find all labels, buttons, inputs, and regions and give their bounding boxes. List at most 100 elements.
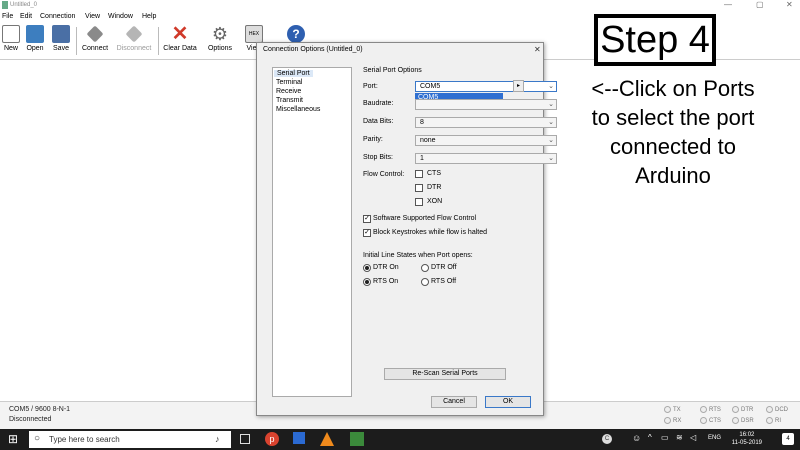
parity-label: Parity: bbox=[363, 136, 383, 143]
connection-options-dialog: Connection Options (Untitled_0) ✕ Serial… bbox=[256, 42, 557, 416]
led-dcd: DCD bbox=[766, 406, 788, 413]
new-button[interactable]: New bbox=[2, 25, 20, 52]
dtr-label: DTR bbox=[427, 184, 442, 191]
disconnect-button[interactable]: Disconnect bbox=[114, 25, 154, 52]
parity-select[interactable]: none ⌄ bbox=[415, 135, 557, 146]
menu-view[interactable]: View bbox=[85, 13, 100, 20]
minimize-button[interactable]: — bbox=[724, 0, 732, 9]
rts-on-label: RTS On bbox=[373, 278, 399, 285]
search-icon: ○ bbox=[34, 433, 41, 444]
save-button[interactable]: Save bbox=[51, 25, 71, 52]
task-view-icon[interactable] bbox=[240, 434, 250, 444]
terminal-app-icon[interactable] bbox=[350, 432, 364, 446]
open-button[interactable]: Open bbox=[24, 25, 46, 52]
cancel-button[interactable]: Cancel bbox=[431, 396, 477, 408]
windows-start-icon[interactable]: ⊞ bbox=[8, 432, 18, 446]
chevron-down-icon: ⌄ bbox=[548, 155, 554, 162]
dtr-off-radio[interactable] bbox=[421, 264, 429, 272]
clock-date: 11-05-2019 bbox=[731, 440, 762, 446]
taskbar-search[interactable]: ○ Type here to search ♪ bbox=[29, 431, 231, 448]
tree-item-terminal[interactable]: Terminal bbox=[276, 79, 302, 86]
port-select[interactable]: COM5 ⌄ bbox=[415, 81, 557, 92]
stopbits-select[interactable]: 1 ⌄ bbox=[415, 153, 557, 164]
title-bar: Untitled_0 — ▢ ✕ bbox=[0, 0, 800, 12]
close-button[interactable]: ✕ bbox=[786, 0, 793, 9]
chevron-down-icon: ⌄ bbox=[548, 119, 554, 126]
menu-edit[interactable]: Edit bbox=[20, 13, 32, 20]
baudrate-select[interactable]: 9600⌄ bbox=[415, 99, 557, 110]
tree-item-receive[interactable]: Receive bbox=[276, 88, 301, 95]
chevron-down-icon: ⌄ bbox=[548, 83, 554, 90]
clock-time: 16:02 bbox=[739, 432, 755, 438]
tree-item-transmit[interactable]: Transmit bbox=[276, 97, 303, 104]
vlc-icon[interactable] bbox=[320, 432, 334, 446]
dialog-close-button[interactable]: ✕ bbox=[534, 45, 541, 54]
volume-icon[interactable]: ◁ bbox=[690, 433, 696, 442]
app-p-icon[interactable]: p bbox=[265, 432, 279, 446]
battery-icon[interactable]: ▭ bbox=[661, 433, 669, 442]
toolbar-separator bbox=[76, 27, 77, 55]
annotation-line: Arduino bbox=[635, 163, 711, 188]
annotation-line: <--Click on Ports bbox=[591, 76, 755, 101]
wifi-icon[interactable]: ≋ bbox=[676, 433, 683, 442]
help-icon: ? bbox=[287, 25, 305, 43]
clock[interactable]: 16:02 11-05-2019 bbox=[732, 431, 762, 447]
maximize-button[interactable]: ▢ bbox=[756, 0, 764, 9]
rts-on-radio[interactable] bbox=[363, 278, 371, 286]
plug-connect-icon bbox=[86, 25, 104, 43]
chevron-up-icon[interactable]: ^ bbox=[648, 433, 652, 442]
port-label: Port: bbox=[363, 83, 378, 90]
tree-item-miscellaneous[interactable]: Miscellaneous bbox=[276, 106, 320, 113]
gear-icon: ⚙ bbox=[211, 24, 229, 44]
people-icon[interactable]: ☺ bbox=[632, 433, 641, 443]
save-disk-icon bbox=[52, 25, 70, 43]
taskbar: ⊞ ○ Type here to search ♪ p C ☺ ^ ▭ ≋ ◁ … bbox=[0, 429, 800, 450]
toolbar-separator bbox=[158, 27, 159, 55]
rescan-serial-ports-button[interactable]: Re-Scan Serial Ports bbox=[384, 368, 506, 380]
initial-states-label: Initial Line States when Port opens: bbox=[363, 252, 473, 259]
language-indicator[interactable]: ENG bbox=[708, 435, 721, 441]
open-folder-icon bbox=[26, 25, 44, 43]
options-tree: Serial Port Terminal Receive Transmit Mi… bbox=[272, 67, 352, 397]
rts-off-label: RTS Off bbox=[431, 278, 457, 285]
step-label: Step 4 bbox=[594, 14, 716, 66]
dtr-on-label: DTR On bbox=[373, 264, 399, 271]
group-title: Serial Port Options bbox=[363, 67, 422, 74]
dialog-title: Connection Options (Untitled_0) bbox=[263, 46, 363, 53]
annotation-line: to select the port bbox=[591, 105, 755, 130]
software-flow-checkbox[interactable]: ✓ bbox=[363, 215, 371, 223]
baudrate-label: Baudrate: bbox=[363, 100, 394, 107]
stopbits-label: Stop Bits: bbox=[363, 154, 393, 161]
led-ri: RI bbox=[766, 417, 781, 424]
ok-button[interactable]: OK bbox=[485, 396, 531, 408]
connect-button[interactable]: Connect bbox=[80, 25, 110, 52]
chevron-down-icon: ⌄ bbox=[548, 101, 554, 108]
connection-status: Disconnected bbox=[9, 416, 52, 423]
notification-badge[interactable]: 4 bbox=[782, 433, 794, 445]
xon-checkbox[interactable] bbox=[415, 198, 423, 206]
menu-file[interactable]: File bbox=[2, 13, 13, 20]
cts-checkbox[interactable] bbox=[415, 170, 423, 178]
dtr-checkbox[interactable] bbox=[415, 184, 423, 192]
dtr-on-radio[interactable] bbox=[363, 264, 371, 272]
hex-view-icon: HEX bbox=[245, 25, 263, 43]
block-keystrokes-label: Block Keystrokes while flow is halted bbox=[373, 229, 487, 236]
app-blue-icon[interactable] bbox=[293, 432, 305, 444]
microphone-icon[interactable]: ♪ bbox=[215, 434, 220, 444]
user-avatar-icon[interactable]: C bbox=[602, 434, 612, 444]
led-rts: RTS bbox=[700, 406, 721, 413]
block-keystrokes-checkbox[interactable]: ✓ bbox=[363, 229, 371, 237]
app-icon bbox=[2, 1, 8, 9]
software-flow-label: Software Supported Flow Control bbox=[373, 215, 477, 222]
options-button[interactable]: ⚙ Options bbox=[206, 25, 234, 52]
databits-label: Data Bits: bbox=[363, 118, 394, 125]
clear-data-button[interactable]: ✕ Clear Data bbox=[162, 24, 198, 52]
port-side-button[interactable]: ▸ bbox=[513, 80, 524, 92]
menu-connection[interactable]: Connection bbox=[40, 13, 75, 20]
rts-off-radio[interactable] bbox=[421, 278, 429, 286]
databits-select[interactable]: 8 ⌄ bbox=[415, 117, 557, 128]
tree-item-serial-port[interactable]: Serial Port bbox=[274, 70, 313, 77]
menu-help[interactable]: Help bbox=[142, 13, 156, 20]
new-file-icon bbox=[2, 25, 20, 43]
menu-window[interactable]: Window bbox=[108, 13, 133, 20]
